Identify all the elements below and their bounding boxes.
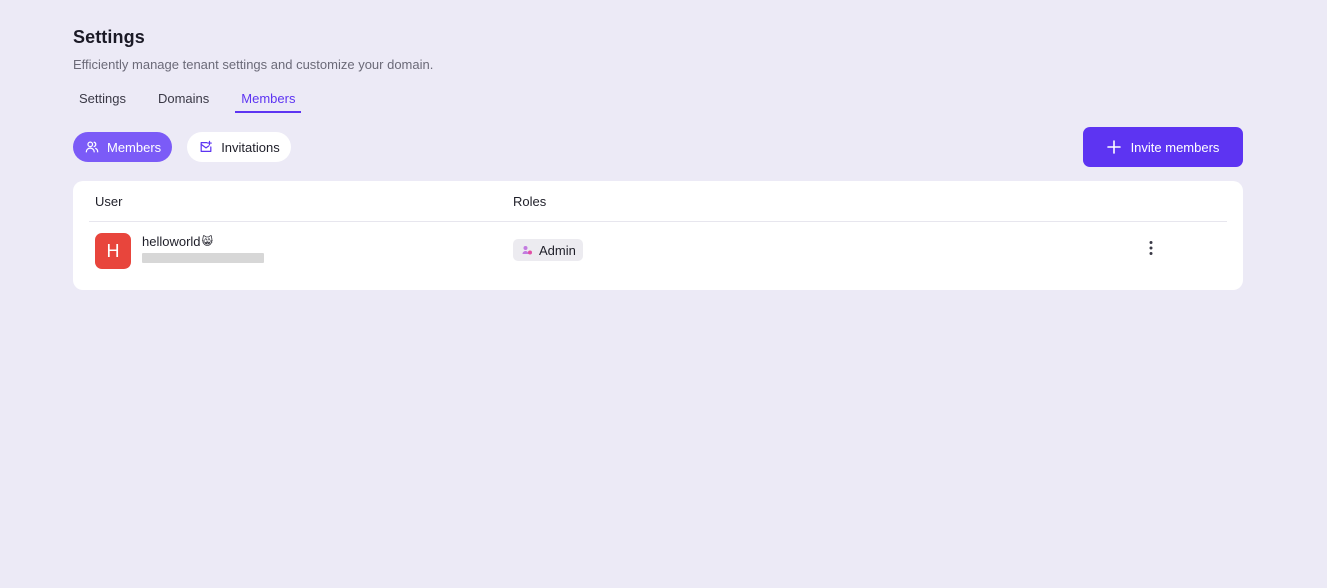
table-row[interactable]: H helloworld 😸 Admin: [89, 222, 1227, 290]
admin-role-icon: [521, 244, 533, 256]
members-table: User Roles H helloworld 😸 Admin: [73, 181, 1243, 290]
users-icon: [84, 139, 100, 155]
page-subtitle: Efficiently manage tenant settings and c…: [73, 57, 434, 72]
user-email-redacted: [142, 253, 264, 263]
invite-members-button[interactable]: Invite members: [1083, 127, 1243, 167]
invitations-filter-button[interactable]: Invitations: [187, 132, 291, 162]
members-filter-button[interactable]: Members: [73, 132, 173, 162]
role-label: Admin: [539, 242, 576, 258]
more-vertical-icon: [1149, 240, 1153, 261]
invite-members-label: Invite members: [1130, 139, 1220, 155]
tab-members[interactable]: Members: [235, 86, 302, 113]
page-title: Settings: [73, 27, 145, 47]
role-badge[interactable]: Admin: [513, 239, 583, 261]
invitations-filter-label: Invitations: [221, 139, 280, 155]
invitation-mail-icon: [198, 139, 214, 155]
plus-icon: [1106, 140, 1121, 154]
row-more-options-button[interactable]: [1141, 238, 1161, 262]
tab-settings[interactable]: Settings: [73, 86, 132, 113]
tab-domains[interactable]: Domains: [152, 86, 215, 113]
member-filter-group: Members Invitations: [73, 132, 306, 162]
members-filter-label: Members: [107, 139, 162, 155]
table-header: User Roles: [89, 181, 1227, 222]
user-name-emoji: 😸: [201, 236, 214, 248]
settings-tabs: Settings Domains Members: [73, 86, 321, 114]
user-name-text: helloworld: [142, 234, 201, 249]
column-header-user: User: [95, 194, 123, 209]
avatar: H: [95, 233, 131, 269]
column-header-roles: Roles: [513, 194, 547, 209]
user-name: helloworld 😸: [142, 234, 213, 249]
